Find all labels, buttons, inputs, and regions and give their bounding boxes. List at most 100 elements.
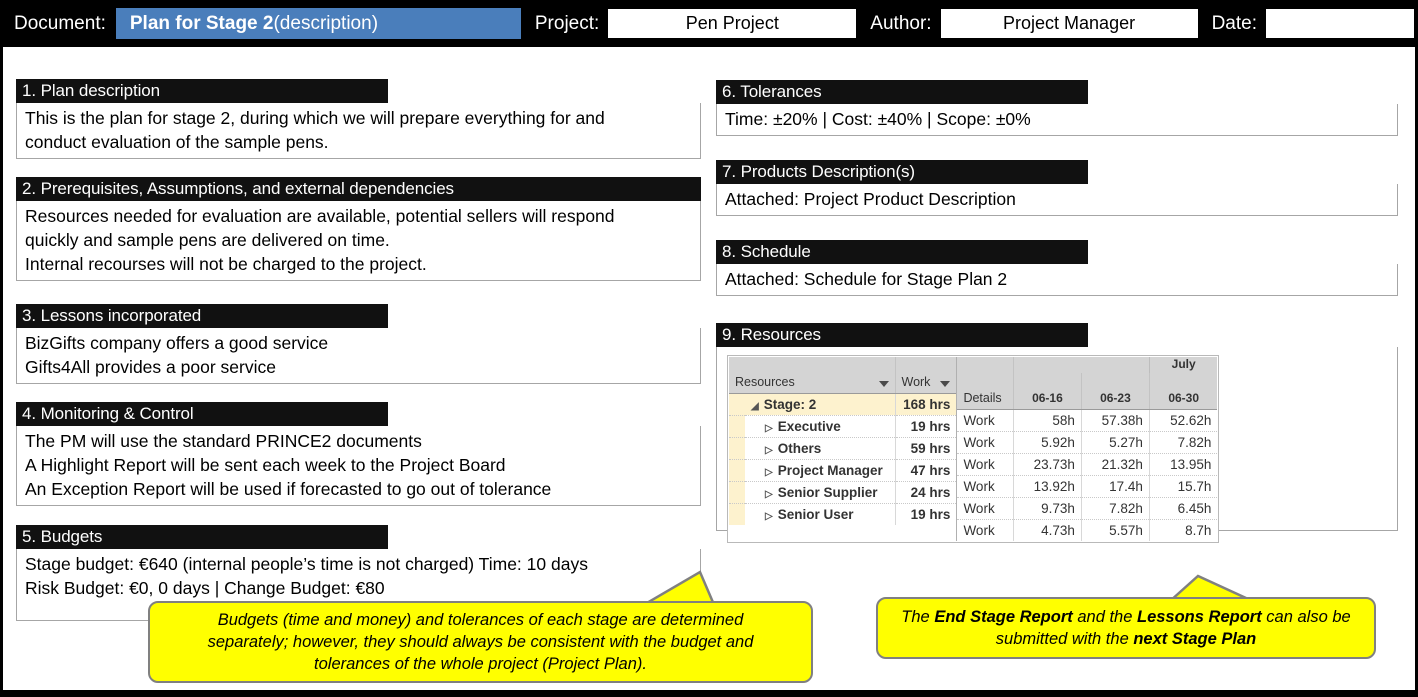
- date-value-field[interactable]: [1265, 9, 1414, 38]
- table-row[interactable]: Work 9.73h 7.82h 6.45h: [957, 497, 1218, 520]
- table-header-row-months: Details July: [957, 357, 1218, 410]
- table-row[interactable]: Work 23.73h 21.32h 13.95h: [957, 453, 1218, 476]
- row-resource-name: ◢ Stage: 2: [745, 393, 896, 416]
- document-title-field[interactable]: Plan for Stage 2 (description): [115, 8, 521, 39]
- section-7-line-1: Attached: Project Product Description: [725, 189, 1016, 209]
- section-2-body: Resources needed for evaluation are avai…: [16, 201, 701, 281]
- resources-table-container[interactable]: Resources Work ◢ Stage: 2 168 hrs ▷ Exec…: [727, 355, 1220, 543]
- author-label: Author:: [870, 12, 932, 34]
- month-spacer-2: [1081, 357, 1150, 373]
- table-row[interactable]: ▷ Project Manager 47 hrs: [729, 459, 957, 482]
- work-chevron-down-icon[interactable]: [940, 380, 951, 387]
- document-title-rest: (description): [273, 12, 379, 34]
- slide-page: Document: Plan for Stage 2 (description)…: [0, 0, 1418, 697]
- expand-triangle-icon[interactable]: ▷: [765, 445, 773, 456]
- table-row[interactable]: ▷ Executive 19 hrs: [729, 415, 957, 438]
- row-details-label: Work: [957, 475, 1014, 498]
- project-value-field[interactable]: Pen Project: [608, 9, 857, 38]
- expand-triangle-icon[interactable]: ▷: [765, 467, 773, 478]
- resource-label: Executive: [777, 418, 841, 434]
- expand-triangle-icon[interactable]: ▷: [765, 511, 773, 522]
- month-spacer-1: [1013, 357, 1082, 373]
- section-4-body: The PM will use the standard PRINCE2 doc…: [16, 426, 701, 506]
- row-value-0: 5.92h: [1013, 431, 1082, 454]
- document-title-bold: Plan for Stage 2: [129, 12, 274, 34]
- row-indent: [729, 481, 745, 504]
- section-prerequisites: 2. Prerequisites, Assumptions, and exter…: [16, 177, 701, 281]
- row-value-0: 13.92h: [1013, 475, 1082, 498]
- callout-end-stage-line-2: submitted with the next Stage Plan: [901, 628, 1350, 650]
- project-label: Project:: [534, 12, 600, 34]
- section-schedule: 8. Schedule Attached: Schedule for Stage…: [716, 240, 1398, 296]
- table-row[interactable]: ▷ Senior Supplier 24 hrs: [729, 481, 957, 504]
- section-8-header: 8. Schedule: [716, 240, 1088, 264]
- row-resource-name: ▷ Senior User: [745, 503, 896, 525]
- row-resource-name: ▷ Project Manager: [745, 459, 896, 482]
- resource-label: Project Manager: [777, 462, 883, 478]
- section-resources: 9. Resources Resources Work ◢ Stage: 2 1…: [716, 323, 1398, 543]
- row-value-2: 7.82h: [1149, 431, 1218, 454]
- section-plan-description: 1. Plan description This is the plan for…: [16, 79, 701, 159]
- section-1-line-2: conduct evaluation of the sample pens.: [25, 131, 329, 152]
- author-value: Project Manager: [1003, 13, 1136, 33]
- expand-triangle-icon[interactable]: ▷: [765, 423, 773, 434]
- section-1-body: This is the plan for stage 2, during whi…: [16, 103, 701, 159]
- row-value-1: 21.32h: [1081, 453, 1150, 476]
- month-header-july: July: [1148, 357, 1218, 373]
- row-work-value: 19 hrs: [895, 503, 957, 525]
- col-header-work-label: Work: [901, 374, 931, 389]
- row-value-2: 52.62h: [1149, 409, 1218, 432]
- resources-right-table: Details July 06-16 06-23 06-30 Work 58h …: [957, 357, 1218, 541]
- col-header-date-2[interactable]: 06-30: [1149, 373, 1218, 410]
- table-row[interactable]: ▷ Senior User 19 hrs: [729, 503, 957, 525]
- callout-budgets-text: Budgets (time and money) and tolerances …: [208, 609, 754, 676]
- table-row[interactable]: Work 4.73h 5.57h 8.7h: [957, 519, 1218, 541]
- filter-chevron-down-icon[interactable]: [878, 380, 889, 387]
- month-label: July: [1171, 357, 1196, 371]
- collapse-triangle-icon[interactable]: ◢: [751, 401, 759, 412]
- section-3-line-2: Gifts4All provides a poor service: [25, 356, 276, 377]
- row-resource-name: ▷ Senior Supplier: [745, 481, 896, 504]
- section-9-header: 9. Resources: [716, 323, 1088, 347]
- col-header-date-1[interactable]: 06-23: [1081, 373, 1150, 410]
- callout-pre-2: submitted with the: [995, 630, 1134, 648]
- section-3-body: BizGifts company offers a good service G…: [16, 328, 701, 384]
- author-value-field[interactable]: Project Manager: [940, 9, 1198, 38]
- expand-triangle-icon[interactable]: ▷: [765, 489, 773, 500]
- table-row[interactable]: Work 5.92h 5.27h 7.82h: [957, 431, 1218, 454]
- col-header-work[interactable]: Work: [895, 357, 957, 394]
- row-value-2: 15.7h: [1149, 475, 1218, 498]
- row-details-label: Work: [957, 497, 1014, 520]
- row-indent: [729, 437, 745, 460]
- col-header-details[interactable]: Details: [957, 357, 1014, 410]
- col-header-resources[interactable]: Resources: [729, 357, 896, 394]
- table-row[interactable]: Work 13.92h 17.4h 15.7h: [957, 475, 1218, 498]
- callout-mid-1: and the: [1072, 607, 1137, 626]
- resources-left-table: Resources Work ◢ Stage: 2 168 hrs ▷ Exec…: [729, 357, 957, 525]
- row-details-label: Work: [957, 431, 1014, 454]
- row-value-1: 5.57h: [1081, 519, 1150, 541]
- section-products-description: 7. Products Description(s) Attached: Pro…: [716, 160, 1398, 216]
- section-7-header: 7. Products Description(s): [716, 160, 1088, 184]
- callout-end-stage-line-1: The End Stage Report and the Lessons Rep…: [901, 606, 1350, 628]
- row-indent: [729, 393, 745, 416]
- resources-table-grid: Resources Work ◢ Stage: 2 168 hrs ▷ Exec…: [729, 357, 1218, 541]
- row-details-label: Work: [957, 409, 1014, 432]
- document-header-bar: Document: Plan for Stage 2 (description)…: [0, 0, 1418, 47]
- callout-budgets-line-1: Budgets (time and money) and tolerances …: [217, 610, 744, 629]
- col-header-date-0[interactable]: 06-16: [1013, 373, 1082, 410]
- row-resource-name: ▷ Others: [745, 437, 896, 460]
- section-8-line-1: Attached: Schedule for Stage Plan 2: [725, 269, 1008, 289]
- row-value-0: 9.73h: [1013, 497, 1082, 520]
- col-header-details-label: Details: [963, 390, 1002, 405]
- callout-bold-next-stage-plan: next Stage Plan: [1133, 630, 1257, 648]
- row-value-1: 17.4h: [1081, 475, 1150, 498]
- table-header-row: Resources Work: [729, 357, 957, 394]
- row-value-0: 23.73h: [1013, 453, 1082, 476]
- table-row[interactable]: ◢ Stage: 2 168 hrs: [729, 393, 957, 416]
- date-label: 06-16: [1032, 390, 1063, 405]
- row-indent: [729, 503, 745, 525]
- resource-label: Senior Supplier: [777, 484, 878, 500]
- table-row[interactable]: ▷ Others 59 hrs: [729, 437, 957, 460]
- table-row[interactable]: Work 58h 57.38h 52.62h: [957, 409, 1218, 432]
